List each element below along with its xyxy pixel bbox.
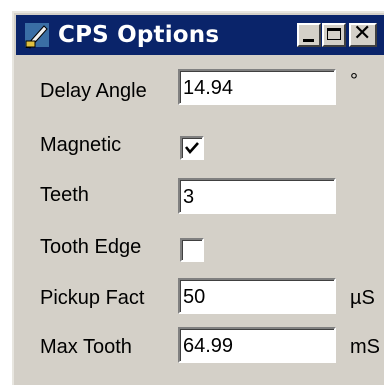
cps-options-window: CPS Options ✕ Delay Angle ° Magnetic Tee… [12,11,384,385]
maximize-button[interactable] [322,23,346,47]
maximize-icon [327,28,341,40]
delay-angle-label: Delay Angle [40,80,147,102]
max-tooth-label: Max Tooth [40,336,132,358]
title-bar[interactable]: CPS Options ✕ [16,15,384,55]
pencil-ruler-icon [24,21,50,49]
delay-angle-field-frame [178,69,336,105]
options-panel: Delay Angle ° Magnetic Teeth Tooth Edge … [18,61,384,385]
magnetic-checkbox[interactable] [180,136,204,160]
checkmark-icon [184,142,199,155]
minimize-icon [303,39,314,42]
magnetic-label: Magnetic [40,134,122,156]
delay-angle-unit: ° [350,70,358,92]
pickup-fact-label: Pickup Fact [40,287,145,309]
teeth-label: Teeth [40,184,89,206]
pickup-fact-input[interactable] [183,284,329,310]
max-tooth-input[interactable] [183,333,329,359]
teeth-field-frame [178,178,336,214]
close-button[interactable]: ✕ [349,21,377,47]
pickup-fact-unit: µS [350,287,375,309]
pickup-fact-field-frame [178,278,336,314]
tooth-edge-checkbox[interactable] [180,238,204,262]
teeth-input[interactable] [183,184,329,210]
delay-angle-input[interactable] [183,75,329,101]
close-icon: ✕ [353,21,372,46]
minimize-button[interactable] [297,23,321,47]
window-title: CPS Options [58,22,220,48]
max-tooth-field-frame [178,327,336,363]
tooth-edge-label: Tooth Edge [40,236,142,258]
max-tooth-unit: mS [350,336,380,358]
